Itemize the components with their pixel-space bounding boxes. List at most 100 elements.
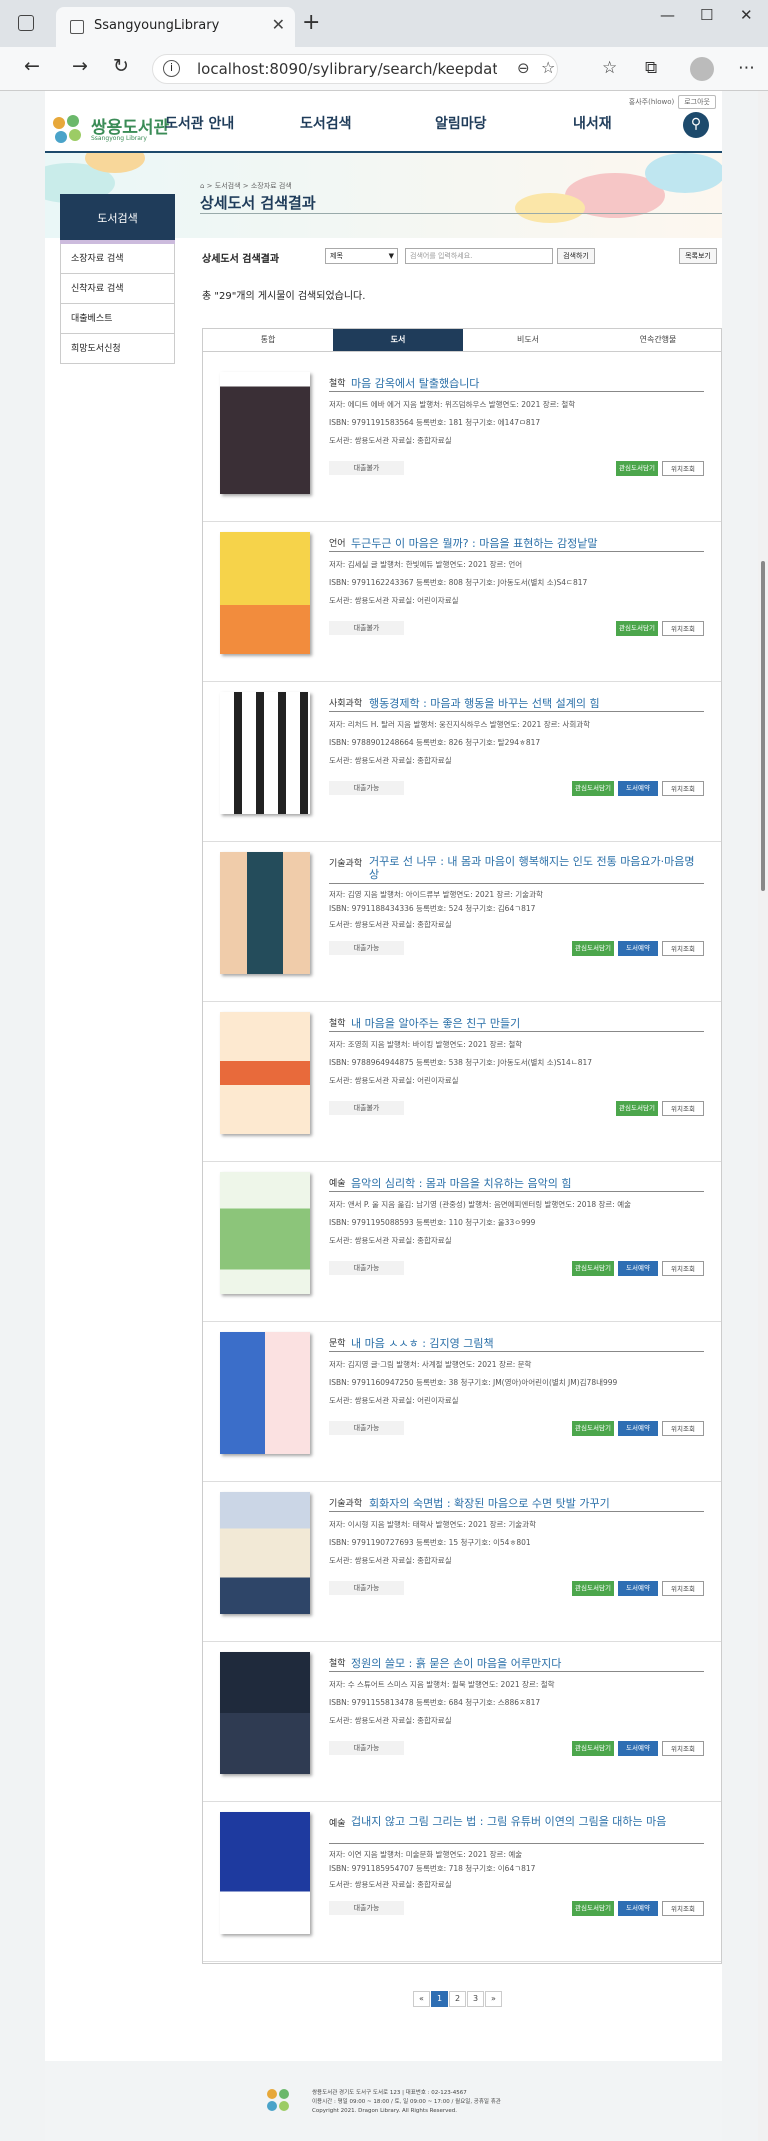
reserve-button[interactable]: 도서예약	[618, 1261, 658, 1276]
page-title: 상세도서 검색결과	[200, 194, 316, 212]
reserve-button[interactable]: 도서예약	[618, 781, 658, 796]
page-next[interactable]: »	[485, 1991, 502, 2007]
book-cover-image[interactable]	[220, 852, 310, 974]
new-tab-icon[interactable]: +	[302, 10, 320, 35]
book-title-link[interactable]: 거꾸로 선 나무 : 내 몸과 마음이 행복해지는 인도 전통 마음요가·마음명…	[369, 855, 704, 881]
tab-actions-icon[interactable]	[18, 15, 34, 31]
book-cover-image[interactable]	[220, 372, 310, 494]
close-window-icon[interactable]: ✕	[740, 6, 753, 24]
add-favorite-button[interactable]: 관심도서담기	[572, 941, 614, 956]
book-cover-image[interactable]	[220, 1652, 310, 1774]
tab-close-icon[interactable]: ✕	[272, 15, 285, 34]
add-favorite-button[interactable]: 관심도서담기	[616, 1101, 658, 1116]
location-button[interactable]: 위치조회	[662, 1421, 704, 1436]
page-1[interactable]: 1	[431, 1991, 448, 2007]
search-field-select[interactable]: 제목 ▼	[325, 248, 398, 264]
logout-button[interactable]: 로그아웃	[678, 95, 716, 109]
book-title-link[interactable]: 회화자의 숙면법 : 확장된 마음으로 수면 탓발 가꾸기	[369, 1495, 610, 1511]
book-cover-image[interactable]	[220, 692, 310, 814]
page-prev[interactable]: «	[413, 1991, 430, 2007]
browser-tab[interactable]: SsangyoungLibrary ✕	[56, 7, 295, 47]
book-cover-image[interactable]	[220, 1492, 310, 1614]
sidebar-item-holdings[interactable]: 소장자료 검색	[60, 244, 175, 274]
add-favorite-button[interactable]: 관심도서담기	[572, 1421, 614, 1436]
book-title-link[interactable]: 겁내지 않고 그림 그리는 법 : 그림 유튜버 이연의 그림을 대하는 마음	[351, 1815, 704, 1828]
book-title-link[interactable]: 내 마음을 알아주는 좋은 친구 만들기	[351, 1015, 520, 1031]
nav-book-search[interactable]: 도서검색	[300, 113, 352, 133]
scrollbar-thumb[interactable]	[761, 561, 765, 891]
list-button[interactable]: 목록보기	[679, 248, 717, 264]
search-input[interactable]: 검색어를 입력하세요.	[405, 248, 553, 264]
search-button[interactable]: 검색하기	[557, 248, 595, 264]
library-page: 홍사주(hlowo) 로그아웃 쌍용도서관 Ssangyong Library 도…	[45, 91, 722, 2141]
book-title-link[interactable]: 정원의 쓸모 : 흙 묻은 손이 마음을 어루만지다	[351, 1655, 561, 1671]
book-title-link[interactable]: 내 마음 ㅅㅅㅎ : 김지영 그림책	[351, 1335, 494, 1351]
book-cover-image[interactable]	[220, 532, 310, 654]
reserve-button[interactable]: 도서예약	[618, 941, 658, 956]
location-button[interactable]: 위치조회	[662, 621, 704, 636]
reserve-button[interactable]: 도서예약	[618, 1581, 658, 1596]
add-favorite-button[interactable]: 관심도서담기	[616, 621, 658, 636]
book-category: 철학	[329, 1019, 346, 1029]
page-3[interactable]: 3	[467, 1991, 484, 2007]
book-cover-image[interactable]	[220, 1172, 310, 1294]
tab-non-books[interactable]: 비도서	[463, 329, 593, 351]
add-favorite-button[interactable]: 관심도서담기	[572, 1581, 614, 1596]
location-button[interactable]: 위치조회	[662, 1901, 704, 1916]
location-button[interactable]: 위치조회	[662, 781, 704, 796]
tab-books[interactable]: 도서	[333, 329, 463, 351]
reserve-button[interactable]: 도서예약	[618, 1741, 658, 1756]
url-text[interactable]: localhost:8090/sylibrary/search/keepdata…	[197, 60, 497, 78]
location-button[interactable]: 위치조회	[662, 941, 704, 956]
add-favorite-button[interactable]: 관심도서담기	[572, 781, 614, 796]
add-favorite-button[interactable]: 관심도서담기	[572, 1741, 614, 1756]
zoom-icon[interactable]: ⊖	[517, 59, 530, 77]
location-button[interactable]: 위치조회	[662, 1741, 704, 1756]
book-title-link[interactable]: 마음 감옥에서 탈출했습니다	[351, 375, 479, 391]
nav-my-library[interactable]: 내서재	[573, 113, 612, 133]
book-location-info: 도서관: 쌍용도서관 자료실: 종합자료실	[329, 920, 452, 929]
title-divider	[329, 1031, 704, 1032]
site-search-icon[interactable]: ⚲	[683, 112, 709, 138]
back-icon[interactable]: ←	[24, 55, 40, 77]
reserve-button[interactable]: 도서예약	[618, 1421, 658, 1436]
library-logo[interactable]: 쌍용도서관 Ssangyong Library	[51, 111, 181, 151]
loan-status: 대출가능	[329, 941, 404, 955]
location-button[interactable]: 위치조회	[662, 1581, 704, 1596]
favorites-icon[interactable]: ☆	[602, 58, 617, 78]
page-2[interactable]: 2	[449, 1991, 466, 2007]
profile-avatar[interactable]	[690, 57, 714, 81]
reserve-button[interactable]: 도서예약	[618, 1901, 658, 1916]
refresh-icon[interactable]: ↻	[113, 55, 129, 77]
maximize-icon[interactable]: ☐	[700, 6, 713, 24]
forward-icon[interactable]: →	[72, 55, 88, 77]
add-favorite-button[interactable]: 관심도서담기	[616, 461, 658, 476]
nav-notice[interactable]: 알림마당	[435, 113, 487, 133]
book-title-link[interactable]: 음악의 심리학 : 몸과 마음을 치유하는 음악의 힘	[351, 1175, 571, 1191]
minimize-icon[interactable]: —	[660, 6, 675, 24]
nav-library-info[interactable]: 도서관 안내	[165, 113, 234, 133]
book-cover-image[interactable]	[220, 1332, 310, 1454]
sidebar-item-best-loans[interactable]: 대출베스트	[60, 304, 175, 334]
sidebar-item-request[interactable]: 희망도서신청	[60, 334, 175, 364]
book-title-link[interactable]: 행동경제학 : 마음과 행동을 바꾸는 선택 설계의 힘	[369, 695, 600, 711]
collections-icon[interactable]: ⧉	[645, 58, 657, 78]
location-button[interactable]: 위치조회	[662, 461, 704, 476]
search-select-value: 제목	[330, 252, 343, 260]
book-location-info: 도서관: 쌍용도서관 자료실: 종합자료실	[329, 1556, 452, 1565]
tab-serials[interactable]: 연속간행물	[593, 329, 723, 351]
book-cover-image[interactable]	[220, 1812, 310, 1934]
book-cover-image[interactable]	[220, 1012, 310, 1134]
tab-all[interactable]: 통합	[203, 329, 333, 351]
scrollbar[interactable]	[758, 91, 768, 2141]
favorite-star-icon[interactable]: ☆	[541, 58, 555, 77]
location-button[interactable]: 위치조회	[662, 1101, 704, 1116]
add-favorite-button[interactable]: 관심도서담기	[572, 1261, 614, 1276]
site-info-icon[interactable]: i	[163, 60, 180, 77]
add-favorite-button[interactable]: 관심도서담기	[572, 1901, 614, 1916]
address-bar[interactable]: i localhost:8090/sylibrary/search/keepda…	[152, 54, 558, 84]
location-button[interactable]: 위치조회	[662, 1261, 704, 1276]
book-title-link[interactable]: 두근두근 이 마음은 뭘까? : 마음을 표현하는 감정낱말	[351, 535, 598, 551]
settings-menu-icon[interactable]: ⋯	[738, 58, 755, 78]
sidebar-item-new-arrivals[interactable]: 신착자료 검색	[60, 274, 175, 304]
